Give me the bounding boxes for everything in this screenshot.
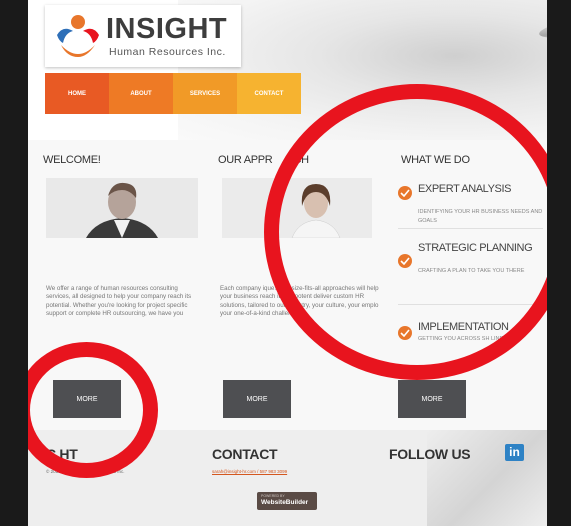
check-circle-icon bbox=[398, 186, 412, 200]
main-nav: HOME ABOUT SERVICES CONTACT bbox=[45, 73, 301, 114]
nav-contact[interactable]: CONTACT bbox=[237, 73, 301, 114]
woman-smiling-photo bbox=[222, 178, 372, 238]
linkedin-icon[interactable]: in bbox=[505, 444, 524, 461]
service-desc: CRAFTING A PLAN TO TAKE YOU THERE bbox=[418, 268, 525, 274]
contact-title: CONTACT bbox=[212, 446, 278, 462]
copyright-title: C HT bbox=[46, 446, 78, 462]
website-builder-badge[interactable]: POWERED BY WebsiteBuilder bbox=[257, 492, 317, 510]
welcome-text: We offer a range of human resources cons… bbox=[46, 285, 192, 317]
check-circle-icon bbox=[398, 254, 412, 268]
approach-more-button[interactable]: MORE bbox=[223, 380, 291, 418]
service-desc: GETTING YOU ACROSS SH LINE bbox=[418, 336, 504, 342]
service-title: STRATEGIC PLANNING bbox=[418, 242, 533, 254]
badge-label: WebsiteBuilder bbox=[261, 499, 309, 506]
approach-text: Each company ique. One-size-fits-all app… bbox=[220, 285, 379, 317]
approach-title-start: OUR APPR bbox=[218, 154, 273, 166]
what-we-do-more-button[interactable]: MORE bbox=[398, 380, 466, 418]
footer: C HT © 2016 | Insight Human Resources In… bbox=[28, 430, 547, 526]
logo-swoosh-icon bbox=[57, 15, 99, 57]
approach-title: OUR APPR ACH bbox=[218, 154, 309, 166]
brand-tagline: Human Resources Inc. bbox=[109, 46, 226, 58]
divider bbox=[398, 228, 543, 229]
nav-services[interactable]: SERVICES bbox=[173, 73, 237, 114]
follow-us-title: FOLLOW US bbox=[389, 446, 471, 462]
brand-name: INSIGHT bbox=[106, 13, 228, 45]
check-circle-icon bbox=[398, 326, 412, 340]
approach-title-end: ACH bbox=[286, 154, 309, 166]
welcome-title: WELCOME! bbox=[43, 154, 101, 166]
footer-shade bbox=[427, 430, 547, 526]
website-page: INSIGHT Human Resources Inc. HOME ABOUT … bbox=[28, 0, 547, 526]
man-in-suit-photo bbox=[46, 178, 198, 238]
welcome-more-button[interactable]: MORE bbox=[53, 380, 121, 418]
service-title: EXPERT ANALYSIS bbox=[418, 183, 512, 195]
contact-link[interactable]: sarah@insight-hr.com / 587 983 3099 bbox=[212, 469, 287, 474]
eyebrow-shape bbox=[537, 0, 547, 45]
divider bbox=[398, 304, 543, 305]
badge-small-text: POWERED BY bbox=[261, 494, 285, 498]
copyright-text: © 2016 | Insight Human Resources Inc. bbox=[46, 469, 125, 474]
nav-about[interactable]: ABOUT bbox=[109, 73, 173, 114]
what-we-do-title: WHAT WE DO bbox=[401, 154, 470, 166]
service-title: IMPLEMENTATION bbox=[418, 321, 509, 333]
content-section: WELCOME! We offer a range of human resou… bbox=[28, 140, 547, 430]
service-desc: IDENTIFYING YOUR HR BUSINESS NEEDS AND G… bbox=[418, 209, 543, 224]
logo[interactable]: INSIGHT Human Resources Inc. bbox=[45, 5, 241, 67]
nav-home[interactable]: HOME bbox=[45, 73, 109, 114]
